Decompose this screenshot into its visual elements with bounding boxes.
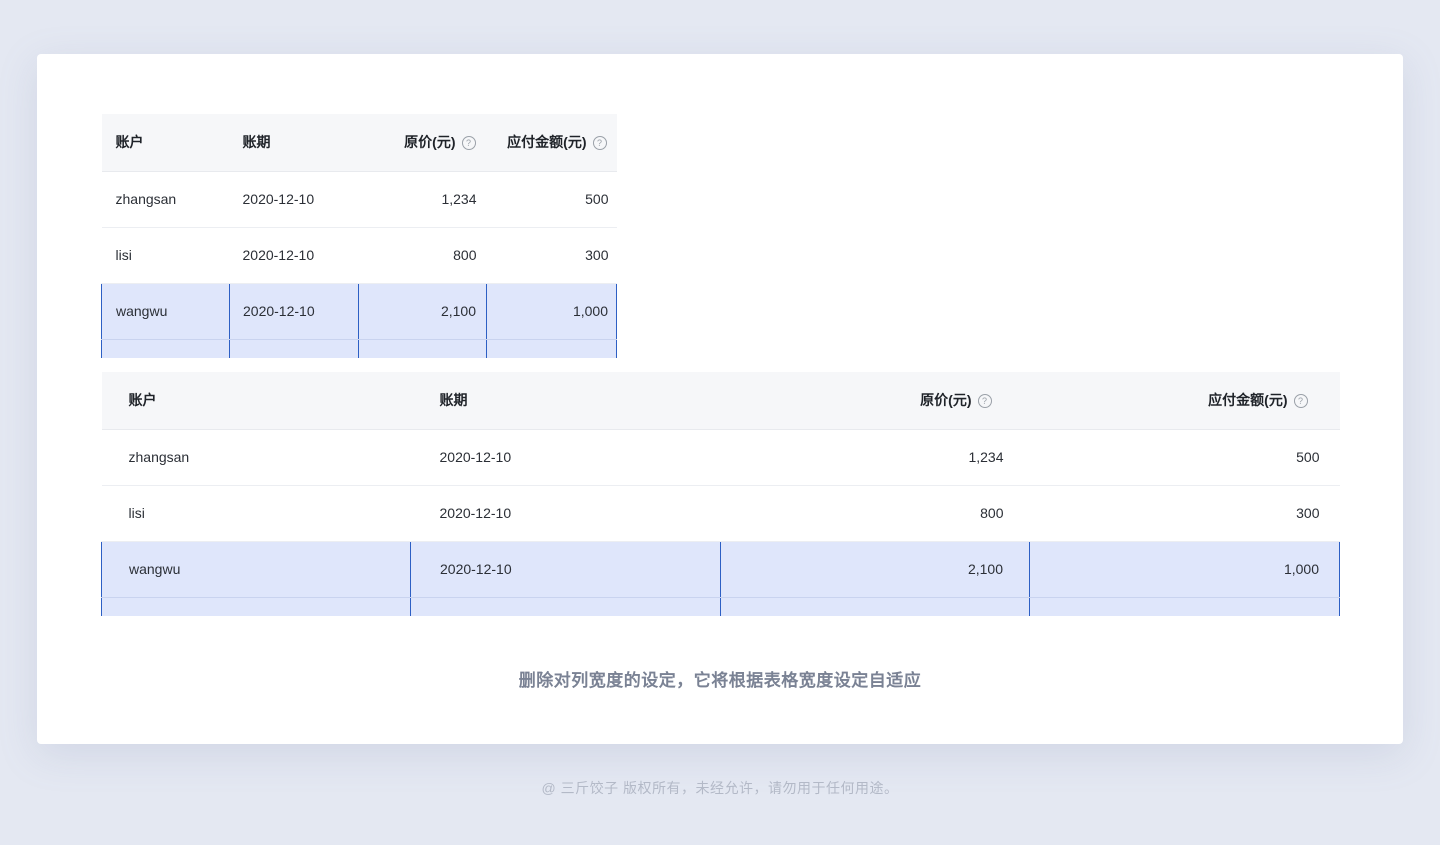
column-highlight	[101, 597, 411, 616]
column-highlight	[229, 339, 359, 358]
column-highlight-extension	[101, 339, 617, 358]
cell-account: wangwu	[101, 541, 411, 598]
column-header-label: 账户	[128, 392, 157, 409]
column-header-label: 账期	[242, 134, 271, 151]
column-header-label: 账期	[439, 392, 468, 409]
help-icon[interactable]: ?	[1293, 394, 1308, 409]
column-highlight	[720, 597, 1030, 616]
cell-account: lisi	[101, 227, 230, 284]
table-header-row: 账户 账期 原价(元)? 应付金额(元)?	[101, 372, 1340, 430]
table-row[interactable]: lisi 2020-12-10 800 300	[101, 227, 617, 284]
column-highlight	[410, 597, 721, 616]
column-header-label: 原价(元)	[404, 134, 456, 151]
column-header-label: 账户	[115, 134, 144, 151]
cell-payable-amount: 500	[1029, 429, 1340, 486]
column-header-payable-amount[interactable]: 应付金额(元)?	[486, 114, 617, 172]
table-row[interactable]: lisi 2020-12-10 800 300	[101, 485, 1340, 542]
cell-original-price: 1,234	[720, 429, 1030, 486]
cell-account: lisi	[101, 485, 411, 542]
column-header-period[interactable]: 账期	[229, 114, 359, 172]
table-fixed-width: 账户 账期 原价(元)? 应付金额(元)? zhangsan 2020-12-1…	[101, 114, 617, 358]
cell-original-price: 2,100	[720, 541, 1030, 598]
cell-original-price: 2,100	[358, 283, 487, 340]
column-header-period[interactable]: 账期	[410, 372, 721, 430]
cell-payable-amount: 1,000	[486, 283, 617, 340]
cell-payable-amount: 1,000	[1029, 541, 1340, 598]
cell-account: zhangsan	[101, 171, 230, 228]
cell-period: 2020-12-10	[229, 171, 359, 228]
cell-original-price: 800	[358, 227, 487, 284]
table-row[interactable]: zhangsan 2020-12-10 1,234 500	[101, 429, 1340, 486]
cell-original-price: 800	[720, 485, 1030, 542]
caption-text: 删除对列宽度的设定，它将根据表格宽度设定自适应	[518, 671, 922, 690]
help-icon[interactable]: ?	[461, 136, 476, 151]
column-header-account[interactable]: 账户	[101, 372, 411, 430]
cell-account: zhangsan	[101, 429, 411, 486]
cell-period: 2020-12-10	[229, 227, 359, 284]
cell-payable-amount: 500	[486, 171, 617, 228]
column-header-label: 应付金额(元)	[507, 134, 587, 151]
column-header-original-price[interactable]: 原价(元)?	[358, 114, 487, 172]
cell-original-price: 1,234	[358, 171, 487, 228]
column-highlight-extension	[101, 597, 1340, 616]
column-highlight	[101, 339, 230, 358]
help-icon[interactable]: ?	[977, 394, 992, 409]
table-adaptive-width: 账户 账期 原价(元)? 应付金额(元)? zhangsan 2020-12-1…	[101, 372, 1340, 616]
column-header-original-price[interactable]: 原价(元)?	[720, 372, 1030, 430]
table-row-selected[interactable]: wangwu 2020-12-10 2,100 1,000	[101, 541, 1340, 598]
help-icon[interactable]: ?	[592, 136, 607, 151]
column-highlight	[486, 339, 617, 358]
column-highlight	[358, 339, 487, 358]
table-header-row: 账户 账期 原价(元)? 应付金额(元)?	[101, 114, 617, 172]
cell-period: 2020-12-10	[410, 485, 721, 542]
column-header-label: 应付金额(元)	[1208, 392, 1288, 409]
column-header-payable-amount[interactable]: 应付金额(元)?	[1029, 372, 1340, 430]
column-header-account[interactable]: 账户	[101, 114, 230, 172]
column-header-label: 原价(元)	[920, 392, 972, 409]
cell-payable-amount: 300	[1029, 485, 1340, 542]
cell-period: 2020-12-10	[229, 283, 359, 340]
cell-period: 2020-12-10	[410, 541, 721, 598]
cell-account: wangwu	[101, 283, 230, 340]
cell-payable-amount: 300	[486, 227, 617, 284]
table-row[interactable]: zhangsan 2020-12-10 1,234 500	[101, 171, 617, 228]
column-highlight	[1029, 597, 1340, 616]
table-row-selected[interactable]: wangwu 2020-12-10 2,100 1,000	[101, 283, 617, 340]
cell-period: 2020-12-10	[410, 429, 721, 486]
copyright-footer: @ 三斤饺子 版权所有，未经允许，请勿用于任何用途。	[541, 780, 899, 796]
content-card: 账户 账期 原价(元)? 应付金额(元)? zhangsan 2020-12-1…	[37, 54, 1403, 744]
